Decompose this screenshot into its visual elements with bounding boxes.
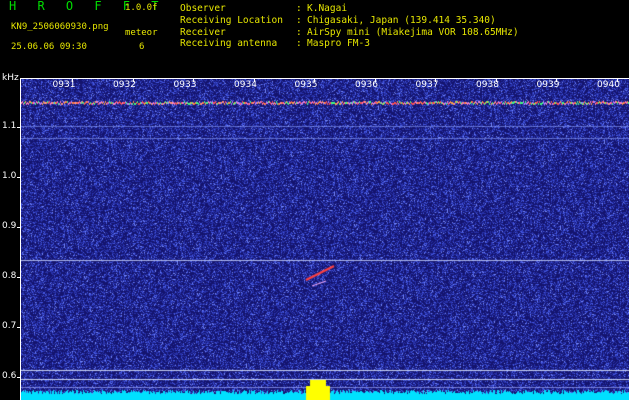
antenna-sep: :	[296, 38, 302, 49]
x-tick-mark	[556, 78, 557, 82]
receiver-label: Receiver	[180, 27, 226, 38]
observer-sep: :	[296, 3, 302, 14]
x-tick-mark	[132, 78, 134, 82]
meteor-count: 6	[139, 42, 145, 52]
observer-value: K.Nagai	[307, 3, 348, 14]
y-tick-label: 0.6	[2, 371, 17, 381]
x-tick-mark	[72, 78, 73, 82]
filename-label: KN9_2506060930.png	[11, 22, 109, 32]
observer-label: Observer	[180, 3, 226, 14]
y-tick-label: 1.1	[2, 121, 17, 131]
meteor-label: meteor	[125, 28, 158, 38]
y-tick-label: 1.0	[2, 171, 17, 181]
receiver-sep: :	[296, 27, 302, 38]
y-tick-mark	[17, 377, 21, 378]
y-tick-label: 0.9	[2, 221, 17, 231]
y-tick-mark	[17, 177, 21, 178]
x-tick-mark	[193, 78, 194, 82]
datetime-label: 25.06.06 09:30	[11, 42, 87, 52]
x-tick-mark	[616, 78, 618, 82]
location-label: Receiving Location	[180, 15, 283, 26]
x-tick-mark	[495, 78, 497, 82]
header-panel: H R O F F T 1.0.0f KN9_2506060930.png me…	[0, 0, 629, 72]
x-tick-mark	[374, 78, 376, 82]
y-tick-label: 0.7	[2, 321, 17, 331]
x-tick-mark	[435, 78, 436, 82]
y-tick-label: 0.8	[2, 271, 17, 281]
y-tick-mark	[17, 277, 21, 278]
y-tick-mark	[17, 127, 21, 128]
y-tick-mark	[17, 227, 21, 228]
version-label: 1.0.0f	[125, 3, 158, 13]
antenna-label: Receiving antenna	[180, 38, 278, 49]
y-axis-unit: kHz	[2, 73, 19, 83]
antenna-value: Maspro FM-3	[307, 38, 370, 49]
location-sep: :	[296, 15, 302, 26]
receiver-value: AirSpy mini (Miakejima VOR 108.65MHz)	[307, 27, 519, 38]
y-tick-mark	[17, 327, 21, 328]
spectrogram-plot	[20, 78, 629, 400]
spectrogram-canvas	[20, 78, 629, 400]
x-tick-mark	[314, 78, 315, 82]
location-value: Chigasaki, Japan (139.414 35.340)	[307, 15, 496, 26]
x-tick-mark	[253, 78, 255, 82]
